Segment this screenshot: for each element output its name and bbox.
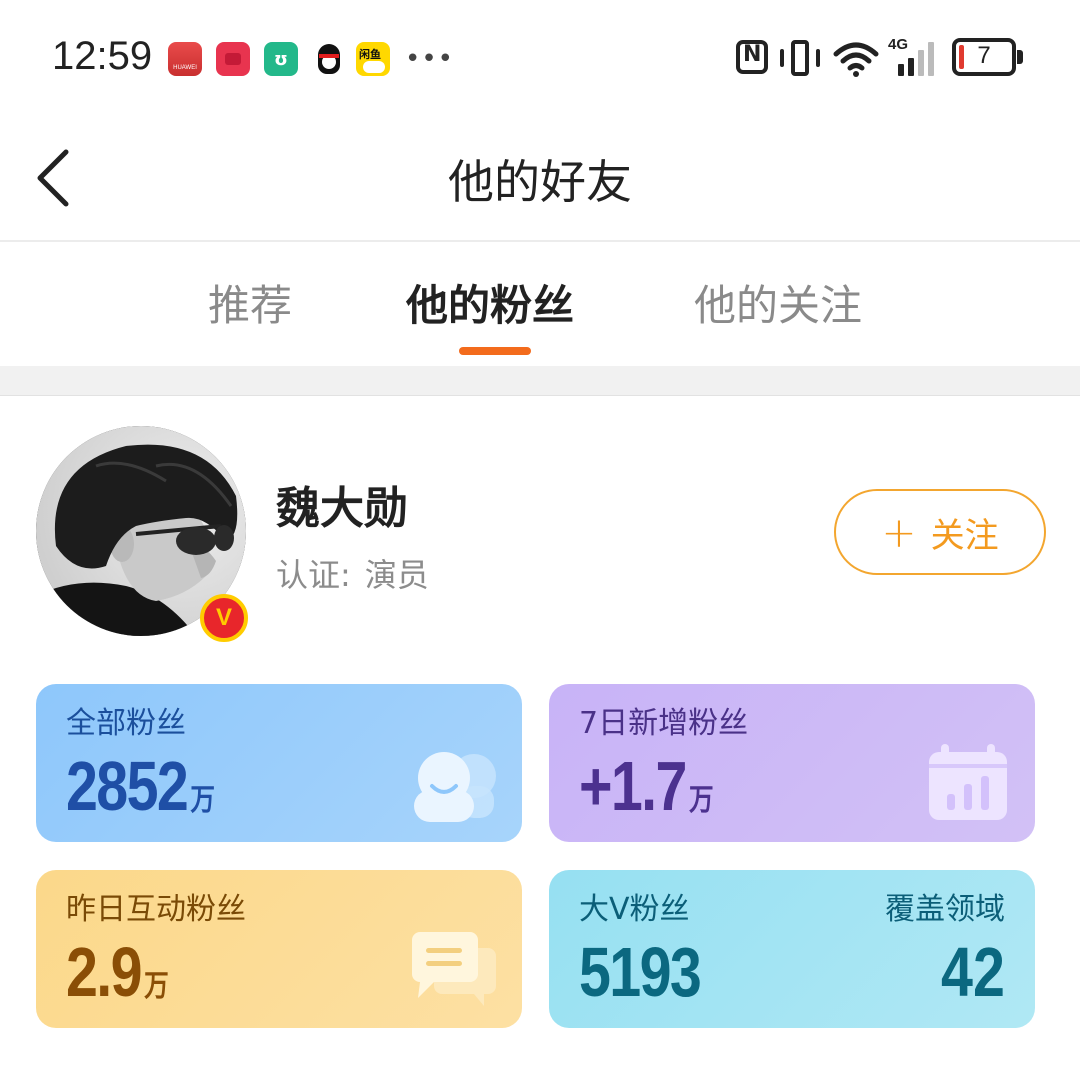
coverage-label: 覆盖领域 [885, 892, 1005, 927]
vibrate-icon [780, 40, 820, 78]
follow-button[interactable]: + 关注 [834, 489, 1046, 575]
verified-badge-icon: V [200, 594, 248, 642]
calendar-chart-icon [929, 744, 1007, 820]
red-app-icon [216, 42, 250, 76]
bigv-fans-label: 大V粉丝 [579, 892, 690, 927]
qq-icon [312, 42, 346, 76]
wifi-icon [832, 40, 880, 78]
tab-recommend[interactable]: 推荐 [208, 272, 292, 333]
follow-button-label: 关注 [930, 515, 999, 556]
cellular-signal-icon: 4G [888, 36, 944, 78]
battery-tip [1017, 50, 1023, 64]
coverage-value: 42 [941, 933, 1005, 1011]
interactive-fans-value: 2.9 万 [66, 933, 169, 1011]
total-fans-value: 2852 万 [66, 747, 216, 825]
interactive-fans-card[interactable]: 昨日互动粉丝 2.9 万 [36, 870, 522, 1028]
bigv-fans-value: 5193 [579, 933, 702, 1011]
more-dots-icon: ••• [405, 44, 455, 74]
total-fans-card[interactable]: 全部粉丝 2852 万 [36, 684, 522, 842]
chat-bubble-icon [412, 932, 496, 1006]
huawei-appgallery-icon: HUAWEI [168, 42, 202, 76]
bigv-fans-card[interactable]: 大V粉丝 覆盖领域 5193 42 [549, 870, 1035, 1028]
status-bar: 12:59 HUAWEI ʊ 闲鱼 ••• 4G 7 [0, 0, 1080, 115]
active-tab-indicator [459, 347, 531, 355]
tab-his-follows[interactable]: 他的关注 [694, 272, 862, 333]
people-icon [414, 752, 496, 822]
page-title: 他的好友 [448, 155, 632, 209]
battery-icon: 7 [952, 38, 1016, 76]
battery-level: 7 [977, 42, 991, 69]
interactive-fans-label: 昨日互动粉丝 [66, 892, 246, 927]
new-fans-7d-card[interactable]: 7日新增粉丝 +1.7 万 [549, 684, 1035, 842]
new-fans-label: 7日新增粉丝 [579, 706, 749, 741]
plus-icon: + [881, 507, 917, 557]
cert-value: 演员 [364, 556, 429, 594]
cert-label: 认证: [276, 556, 351, 594]
mi-home-icon: ʊ [264, 42, 298, 76]
xianyu-icon: 闲鱼 [356, 42, 390, 76]
status-time: 12:59 [52, 34, 153, 78]
section-separator [0, 366, 1080, 396]
header-divider [0, 240, 1080, 242]
new-fans-value: +1.7 万 [579, 747, 714, 825]
total-fans-label: 全部粉丝 [66, 706, 186, 741]
nfc-icon [736, 40, 768, 74]
user-name[interactable]: 魏大勋 [276, 472, 408, 536]
tab-his-fans[interactable]: 他的粉丝 [406, 272, 574, 333]
certification: 认证: 演员 [276, 550, 429, 596]
